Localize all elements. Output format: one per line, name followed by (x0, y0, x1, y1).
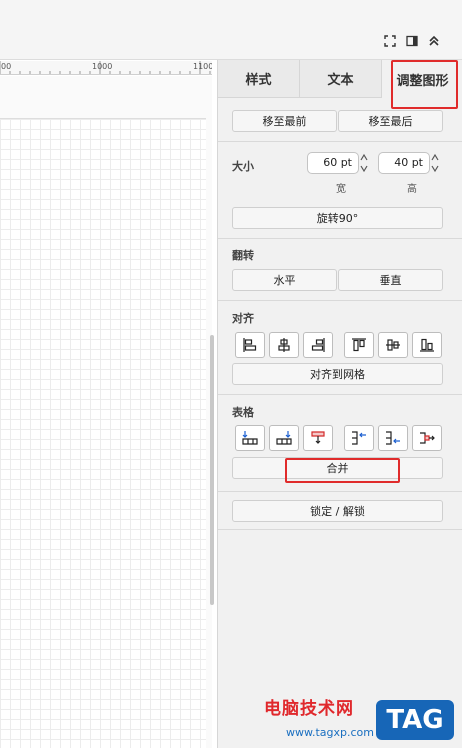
align-to-grid-button[interactable]: 对齐到网格 (232, 363, 443, 385)
align-section: 对齐 对齐到网格 (218, 301, 462, 395)
lock-section: 锁定 / 解锁 (218, 492, 462, 530)
size-section: 大小 60 pt 40 pt 宽 高 旋转90° (218, 142, 462, 239)
insert-row-before-icon[interactable] (235, 425, 265, 451)
height-stepper[interactable] (431, 153, 439, 173)
stepper-up-icon[interactable] (431, 153, 439, 162)
flip-title: 翻转 (232, 249, 254, 262)
watermark-url: www.tagxp.com (286, 726, 374, 739)
tab-text[interactable]: 文本 (300, 60, 382, 98)
stepper-down-icon[interactable] (360, 164, 368, 173)
to-front-button[interactable]: 移至最前 (232, 110, 337, 132)
fullscreen-icon[interactable] (382, 33, 398, 49)
ruler-label: 1000 (92, 62, 113, 71)
flip-section: 翻转 水平 垂直 (218, 239, 462, 301)
diagram-canvas[interactable] (0, 76, 212, 748)
vertical-scrollbar[interactable] (210, 335, 214, 605)
insert-column-before-icon[interactable] (344, 425, 374, 451)
watermark-text: 电脑技术网 (264, 699, 354, 719)
table-section: 表格 合并 (218, 395, 462, 492)
delete-row-icon[interactable] (303, 425, 333, 451)
rotate-button[interactable]: 旋转90° (232, 207, 443, 229)
delete-column-icon[interactable] (412, 425, 442, 451)
size-title: 大小 (232, 160, 254, 173)
align-right-icon[interactable] (303, 332, 333, 358)
collapse-up-icon[interactable] (426, 33, 442, 49)
stepper-up-icon[interactable] (360, 153, 368, 162)
format-tabs: 样式 文本 调整图形 (218, 60, 462, 98)
flip-horizontal-button[interactable]: 水平 (232, 269, 337, 291)
panel-toggle-icon[interactable] (404, 33, 420, 49)
horizontal-ruler: 00 1000 1100 (0, 61, 212, 75)
width-field[interactable]: 60 pt (307, 152, 359, 174)
align-left-icon[interactable] (235, 332, 265, 358)
align-center-icon[interactable] (269, 332, 299, 358)
width-label: 宽 (336, 184, 346, 195)
flip-vertical-button[interactable]: 垂直 (338, 269, 443, 291)
align-title: 对齐 (232, 312, 254, 325)
tab-style[interactable]: 样式 (218, 60, 300, 98)
height-label: 高 (407, 184, 417, 195)
ruler-label: 00 (1, 62, 12, 71)
toolbar-icons (382, 33, 442, 49)
arrange-section: 移至最前 移至最后 (218, 98, 462, 142)
lock-unlock-button[interactable]: 锁定 / 解锁 (232, 500, 443, 522)
insert-row-after-icon[interactable] (269, 425, 299, 451)
table-title: 表格 (232, 406, 254, 419)
merge-button[interactable]: 合并 (232, 457, 443, 479)
align-top-icon[interactable] (344, 332, 374, 358)
stepper-down-icon[interactable] (431, 164, 439, 173)
align-bottom-icon[interactable] (412, 332, 442, 358)
top-toolbar (0, 0, 462, 60)
to-back-button[interactable]: 移至最后 (338, 110, 443, 132)
height-field[interactable]: 40 pt (378, 152, 430, 174)
format-panel: 样式 文本 调整图形 移至最前 移至最后 大小 60 pt 40 pt 宽 高 … (217, 60, 462, 748)
watermark-tag-logo: TAG (376, 700, 454, 740)
insert-column-after-icon[interactable] (378, 425, 408, 451)
grid-page[interactable] (0, 118, 206, 748)
tab-arrange[interactable]: 调整图形 (382, 60, 462, 98)
align-middle-icon[interactable] (378, 332, 408, 358)
ruler-label: 1100 (193, 62, 212, 71)
width-stepper[interactable] (360, 153, 368, 173)
